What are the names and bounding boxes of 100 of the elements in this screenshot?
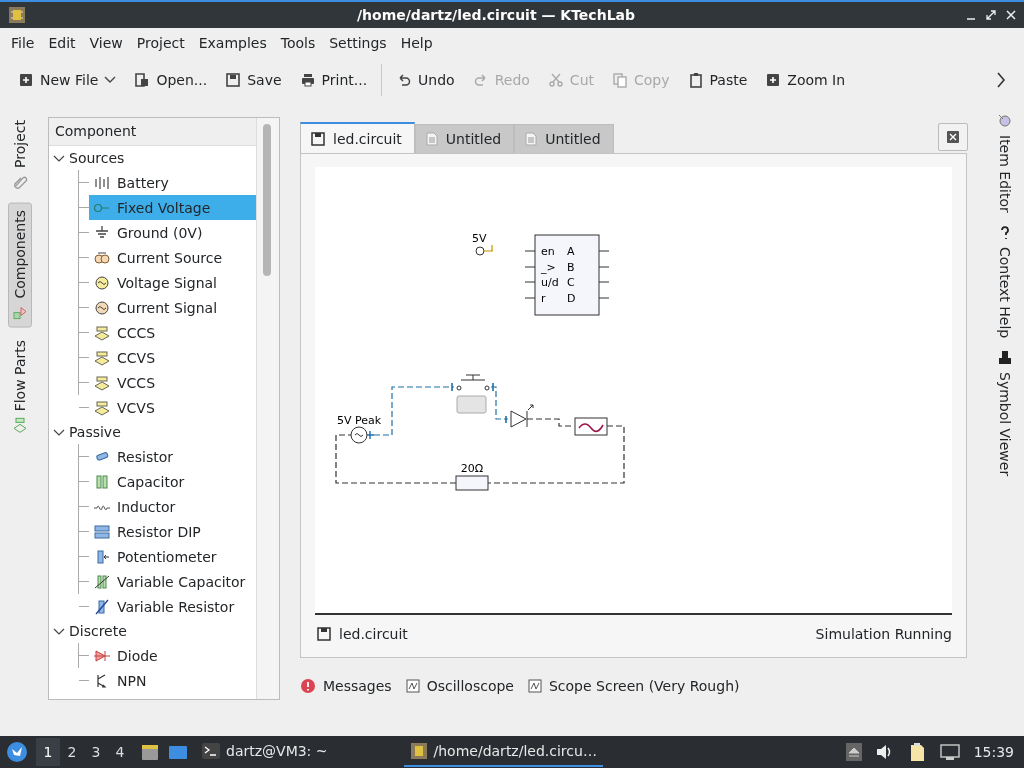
floppy-icon: [311, 131, 325, 146]
tree-group[interactable]: Passive: [69, 424, 121, 440]
document-icon: [525, 132, 538, 146]
app-icon: [8, 6, 26, 24]
dock-tab[interactable]: Components: [8, 202, 32, 328]
tree-item[interactable]: Battery: [89, 170, 256, 195]
scrollbar[interactable]: [256, 118, 279, 699]
document-tab[interactable]: led.circuit: [300, 122, 415, 153]
toolbar-button[interactable]: Save: [217, 68, 290, 92]
push-switch-drawing: [451, 374, 494, 414]
new-file-icon: [18, 72, 34, 88]
document-tab[interactable]: Untitled: [414, 124, 515, 153]
tree-item[interactable]: CCCS: [89, 320, 256, 345]
tree-item[interactable]: Variable Resistor: [89, 594, 256, 619]
menu-item[interactable]: View: [82, 30, 130, 55]
circuit-canvas[interactable]: 5V en _> u/d r A B C D 5V Peak 20Ω: [315, 167, 952, 615]
taskbar-task[interactable]: /home/dartz/led.circu…: [403, 737, 603, 767]
scissors-icon: [547, 72, 564, 88]
toolbar-button[interactable]: Paste: [679, 68, 756, 92]
component-label: 20Ω: [460, 462, 484, 475]
tree-item[interactable]: Ground (0V): [89, 220, 256, 245]
workspace-button[interactable]: 4: [108, 738, 132, 766]
chevron-down-icon[interactable]: [53, 154, 65, 162]
menu-item[interactable]: Help: [393, 30, 440, 55]
menu-item[interactable]: Edit: [41, 30, 83, 55]
pin-label: A: [567, 245, 575, 258]
tree-item[interactable]: Resistor: [89, 444, 256, 469]
tree-group[interactable]: Discrete: [69, 623, 127, 639]
eject-icon: [845, 743, 862, 761]
document-icon: [425, 132, 438, 146]
paperclip-icon: [12, 173, 28, 190]
close-tab-button[interactable]: [938, 123, 968, 151]
resistor-symbol: [455, 475, 489, 491]
simulation-status: Simulation Running: [815, 626, 952, 642]
tree-item[interactable]: Diode: [89, 643, 256, 668]
current-source-icon: [93, 249, 111, 266]
redo-icon: [472, 72, 489, 88]
panel-tab[interactable]: Oscilloscope: [405, 678, 514, 694]
tree-item[interactable]: NPN: [89, 668, 256, 693]
battery-icon: [93, 174, 111, 191]
dock-tab[interactable]: Context Help: [996, 224, 1013, 338]
flowchart-icon: [12, 417, 28, 434]
pin-label: r: [541, 292, 546, 305]
tree-group[interactable]: Sources: [69, 150, 125, 166]
pin-label: en: [541, 245, 555, 258]
tree-item[interactable]: Potentiometer: [89, 544, 256, 569]
tree-item[interactable]: VCVS: [89, 395, 256, 420]
menu-item[interactable]: Tools: [273, 30, 323, 55]
diamond-stack-icon: [93, 324, 111, 341]
capacitor-icon: [93, 473, 111, 490]
pin-label: B: [567, 261, 575, 274]
tree-item[interactable]: Variable Capacitor: [89, 569, 256, 594]
dock-tab[interactable]: Item Editor: [996, 113, 1013, 213]
tree-item[interactable]: Resistor DIP: [89, 519, 256, 544]
floppy-icon: [317, 627, 331, 641]
menu-item[interactable]: Examples: [191, 30, 274, 55]
panel-tab[interactable]: Scope Screen (Very Rough): [527, 678, 740, 694]
open-icon: [134, 72, 151, 88]
workspace-button[interactable]: 1: [36, 738, 60, 766]
menu-item[interactable]: File: [4, 30, 42, 55]
chevron-down-icon[interactable]: [53, 428, 65, 436]
coil-icon: [93, 503, 111, 510]
document-tab[interactable]: Untitled: [514, 124, 614, 153]
tree-item[interactable]: Fixed Voltage: [89, 195, 256, 220]
tree-item[interactable]: Voltage Signal: [89, 270, 256, 295]
pin-label: u/d: [541, 276, 559, 289]
dock-tab[interactable]: Symbol Viewer: [996, 350, 1013, 477]
sine-source-icon: [93, 299, 111, 316]
start-menu-icon: [6, 741, 28, 763]
workspace-button[interactable]: 2: [60, 738, 84, 766]
toolbar-button[interactable]: Print...: [291, 68, 376, 92]
pin-label: _>: [541, 261, 556, 274]
tree-item[interactable]: Current Source: [89, 245, 256, 270]
dock-tab[interactable]: Flow Parts: [8, 333, 32, 441]
scope-icon: [405, 679, 420, 693]
taskbar-task[interactable]: dartz@VM3: ~: [196, 737, 334, 767]
tree-item[interactable]: Capacitor: [89, 469, 256, 494]
toolbar-button[interactable]: Open...: [126, 68, 216, 92]
diamond-stack-icon: [93, 399, 111, 416]
toolbar-button[interactable]: New File: [10, 68, 125, 92]
tree-item[interactable]: Inductor: [89, 494, 256, 519]
copy-icon: [612, 72, 628, 88]
tree-item[interactable]: VCCS: [89, 370, 256, 395]
tree-item[interactable]: Current Signal: [89, 295, 256, 320]
diamond-stack-icon: [93, 374, 111, 391]
menu-item[interactable]: Settings: [322, 30, 394, 55]
dock-tab[interactable]: Project: [8, 113, 32, 197]
caret-icon: [104, 76, 117, 84]
component-label: 5V: [472, 232, 487, 245]
tree-item[interactable]: CCVS: [89, 345, 256, 370]
led-drawing: [505, 404, 534, 428]
workspace-button[interactable]: 3: [84, 738, 108, 766]
toolbar-button[interactable]: Zoom In: [757, 68, 854, 92]
file-cabinet-icon: [140, 742, 160, 762]
panel-tab[interactable]: Messages: [300, 678, 392, 694]
toolbar-button[interactable]: Undo: [388, 68, 463, 92]
sine-source-icon: [93, 274, 111, 291]
menu-item[interactable]: Project: [129, 30, 192, 55]
chevron-down-icon[interactable]: [53, 627, 65, 635]
fixed-voltage-terminal: [475, 244, 494, 256]
